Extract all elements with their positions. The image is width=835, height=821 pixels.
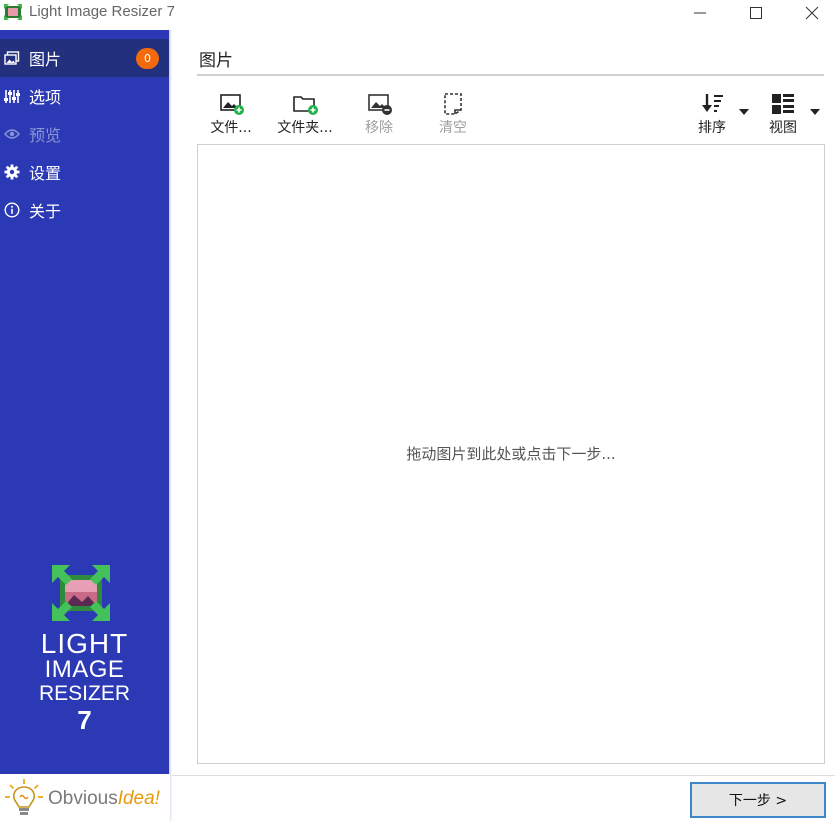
info-icon xyxy=(3,202,20,219)
add-folder-label: 文件夹... xyxy=(277,120,333,136)
title-bar: Light Image Resizer 7 xyxy=(0,0,835,30)
images-icon xyxy=(3,50,20,67)
sidebar-item-label: 预览 xyxy=(29,126,62,145)
sidebar-item-about[interactable]: 关于 xyxy=(0,191,169,229)
add-folder-icon xyxy=(293,96,318,115)
image-count-badge: 0 xyxy=(136,47,159,69)
add-files-button[interactable]: 文件... xyxy=(196,92,266,136)
view-label: 视图 xyxy=(769,120,797,136)
sidebar-divider xyxy=(169,30,172,821)
sidebar-item-options[interactable]: 选项 xyxy=(0,77,169,115)
sort-icon xyxy=(702,94,723,112)
obviousidea-brand[interactable]: ObviousIdea! xyxy=(0,774,170,821)
view-dropdown-caret-icon[interactable] xyxy=(810,109,820,115)
app-icon xyxy=(4,4,22,20)
remove-button[interactable]: 移除 xyxy=(344,92,414,136)
sidebar-item-label: 设置 xyxy=(29,164,62,183)
add-image-icon xyxy=(220,94,244,115)
page-title: 图片 xyxy=(199,51,233,71)
maximize-button[interactable] xyxy=(733,0,779,26)
minimize-button[interactable] xyxy=(677,0,723,26)
window-title: Light Image Resizer 7 xyxy=(29,3,175,20)
logo-line-4: 7 xyxy=(77,705,92,735)
sidebar-item-label: 关于 xyxy=(29,202,62,221)
image-drop-zone[interactable]: 拖动图片到此处或点击下一步... xyxy=(197,144,825,764)
drop-hint-text: 拖动图片到此处或点击下一步... xyxy=(406,445,616,463)
close-icon xyxy=(805,6,819,20)
clear-icon xyxy=(444,93,462,115)
brand-name-part2: Idea! xyxy=(117,788,160,809)
logo-line-2: IMAGE xyxy=(44,656,125,683)
minimize-icon xyxy=(694,12,706,14)
footer-divider xyxy=(172,775,835,776)
title-divider xyxy=(197,74,824,76)
lightbulb-icon xyxy=(5,779,43,815)
sort-label: 排序 xyxy=(698,120,726,136)
clear-label: 清空 xyxy=(439,120,467,136)
logo-line-3: RESIZER xyxy=(38,682,130,705)
view-icon xyxy=(772,94,794,114)
clear-button[interactable]: 清空 xyxy=(418,92,488,136)
product-logo-icon xyxy=(52,565,110,621)
brand-name-part1: Obvious xyxy=(48,788,118,809)
gear-icon xyxy=(3,164,20,181)
sidebar-item-images[interactable]: 图片 0 xyxy=(0,39,169,77)
add-folder-button[interactable]: 文件夹... xyxy=(270,92,340,136)
sliders-icon xyxy=(3,88,20,105)
sidebar-item-preview[interactable]: 预览 xyxy=(0,115,169,153)
eye-icon xyxy=(3,126,20,143)
next-step-button[interactable]: 下一步 > xyxy=(690,782,826,818)
sidebar-item-label: 图片 xyxy=(29,50,62,69)
brand-name: ObviousIdea! xyxy=(48,788,160,810)
view-button[interactable]: 视图 xyxy=(748,92,818,136)
sidebar-item-settings[interactable]: 设置 xyxy=(0,153,169,191)
sort-button[interactable]: 排序 xyxy=(677,92,747,136)
add-files-label: 文件... xyxy=(210,120,252,136)
maximize-icon xyxy=(750,7,762,19)
close-button[interactable] xyxy=(789,0,835,26)
remove-label: 移除 xyxy=(365,120,393,136)
sidebar-item-label: 选项 xyxy=(29,88,62,107)
remove-image-icon xyxy=(368,94,392,115)
